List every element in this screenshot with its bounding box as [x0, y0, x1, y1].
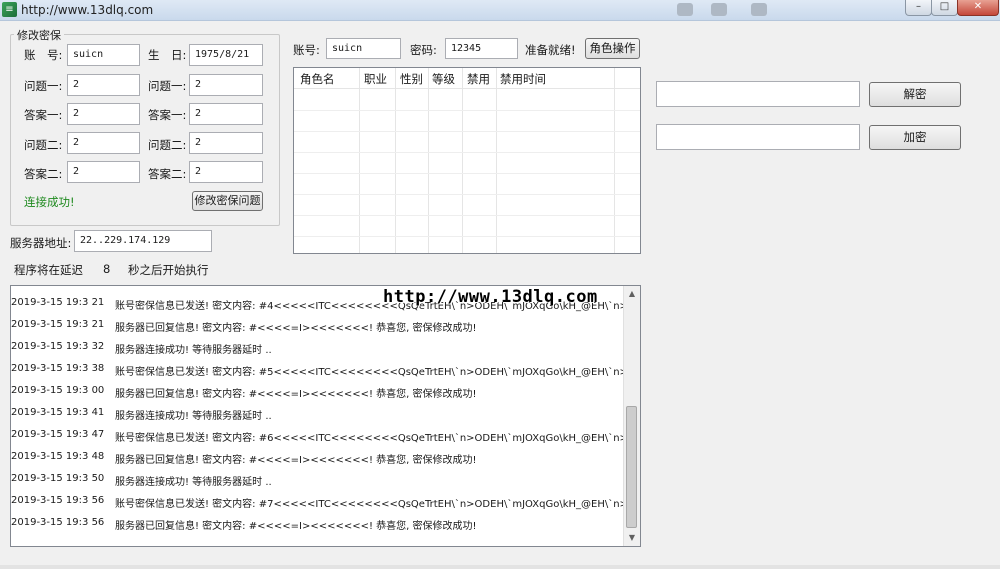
maximize-button[interactable]: □ — [931, 0, 958, 16]
log-scrollbar[interactable]: ▲ ▼ — [623, 286, 640, 546]
birthday-label: 生 日: — [148, 48, 187, 62]
question2b-field[interactable]: 2 — [189, 132, 263, 154]
account-label: 账 号: — [24, 48, 63, 62]
decrypt-input[interactable] — [656, 81, 860, 107]
window-title: http://www.13dlq.com — [21, 3, 154, 17]
role-password-field[interactable]: 12345 — [445, 38, 518, 59]
role-account-field[interactable]: suicn — [326, 38, 401, 59]
column-level[interactable]: 等级 — [432, 71, 455, 87]
answer1-field[interactable]: 2 — [67, 103, 140, 125]
server-address-field[interactable]: 22..229.174.129 — [74, 230, 212, 252]
role-operation-button[interactable]: 角色操作 — [585, 38, 640, 59]
title-bar: ≡ http://www.13dlq.com – □ ✕ — [0, 0, 1000, 21]
log-time: 2019-3-15 19:3 56 — [11, 495, 105, 506]
log-text: 服务器已回复信息! 密文内容: #<<<<=I><<<<<<<! 恭喜您, 密保… — [115, 521, 477, 532]
row-divider — [294, 194, 640, 195]
phone-icon — [677, 3, 693, 16]
answer1-label: 答案一: — [24, 108, 63, 122]
column-divider — [462, 68, 463, 253]
log-time: 2019-3-15 19:3 21 — [11, 297, 105, 308]
modify-security-button[interactable]: 修改密保问题 — [192, 191, 263, 211]
delay-prefix: 程序将在延迟 — [14, 263, 83, 277]
scroll-down-icon[interactable]: ▼ — [624, 530, 640, 546]
question1b-field[interactable]: 2 — [189, 74, 263, 96]
camera-icon — [711, 3, 727, 16]
answer1b-label: 答案一: — [148, 108, 187, 122]
delay-suffix: 秒之后开始执行 — [128, 263, 209, 277]
log-text: 服务器已回复信息! 密文内容: #<<<<=I><<<<<<<! 恭喜您, 密保… — [115, 455, 477, 466]
watermark: http://www.13dlq.com — [383, 287, 598, 307]
column-banned[interactable]: 禁用 — [467, 71, 490, 87]
role-table-header: 角色名 职业 性别 等级 禁用 禁用时间 — [294, 68, 640, 89]
row-divider — [294, 131, 640, 132]
question1-label: 问题一: — [24, 79, 63, 93]
answer2b-field[interactable]: 2 — [189, 161, 263, 183]
app-logo-icon: ≡ — [2, 2, 17, 17]
column-divider — [359, 68, 360, 253]
role-account-label: 账号: — [293, 43, 320, 57]
answer2-label: 答案二: — [24, 167, 63, 181]
log-time: 2019-3-15 19:3 32 — [11, 341, 105, 352]
connection-status: 连接成功! — [24, 195, 75, 209]
row-divider — [294, 236, 640, 237]
log-panel[interactable]: 2019-3-15 19:3 21 账号密保信息已发送! 密文内容: #4<<<<… — [10, 285, 641, 547]
decrypt-button[interactable]: 解密 — [869, 82, 961, 107]
row-divider — [294, 173, 640, 174]
log-text: 服务器已回复信息! 密文内容: #<<<<=I><<<<<<<! 恭喜您, 密保… — [115, 389, 477, 400]
scroll-thumb[interactable] — [626, 406, 637, 528]
server-address-label: 服务器地址: — [10, 236, 72, 250]
row-divider — [294, 152, 640, 153]
role-table[interactable]: 角色名 职业 性别 等级 禁用 禁用时间 — [293, 67, 641, 254]
column-divider — [428, 68, 429, 253]
scroll-up-icon[interactable]: ▲ — [624, 286, 640, 302]
column-divider — [395, 68, 396, 253]
log-text: 服务器连接成功! 等待服务器延时 .. — [115, 477, 272, 488]
ready-status: 准备就绪! — [525, 43, 576, 57]
question1-field[interactable]: 2 — [67, 74, 140, 96]
column-profession[interactable]: 职业 — [364, 71, 387, 87]
toolbar-icon — [751, 3, 767, 16]
log-time: 2019-3-15 19:3 41 — [11, 407, 105, 418]
log-text: 服务器已回复信息! 密文内容: #<<<<=I><<<<<<<! 恭喜您, 密保… — [115, 323, 477, 334]
answer1b-field[interactable]: 2 — [189, 103, 263, 125]
log-text: 账号密保信息已发送! 密文内容: #6<<<<<ITC<<<<<<<<QsQeT… — [115, 433, 641, 444]
encrypt-button[interactable]: 加密 — [869, 125, 961, 150]
password-group-title: 修改密保 — [14, 27, 64, 43]
log-time: 2019-3-15 19:3 47 — [11, 429, 105, 440]
question2-label: 问题二: — [24, 138, 63, 152]
account-field[interactable]: suicn — [67, 44, 140, 66]
column-ban-time[interactable]: 禁用时间 — [500, 71, 546, 87]
log-text: 账号密保信息已发送! 密文内容: #7<<<<<ITC<<<<<<<<QsQeT… — [115, 499, 641, 510]
log-time: 2019-3-15 19:3 48 — [11, 451, 105, 462]
log-text: 服务器连接成功! 等待服务器延时 .. — [115, 345, 272, 356]
log-time: 2019-3-15 19:3 00 — [11, 385, 105, 396]
answer2b-label: 答案二: — [148, 167, 187, 181]
minimize-button[interactable]: – — [905, 0, 932, 16]
delay-seconds: 8 — [103, 262, 111, 276]
role-password-label: 密码: — [410, 43, 437, 57]
log-time: 2019-3-15 19:3 38 — [11, 363, 105, 374]
row-divider — [294, 110, 640, 111]
question1b-label: 问题一: — [148, 79, 187, 93]
answer2-field[interactable]: 2 — [67, 161, 140, 183]
column-divider — [614, 68, 615, 253]
log-text: 服务器连接成功! 等待服务器延时 .. — [115, 411, 272, 422]
window-bottom-edge — [0, 565, 1000, 569]
column-gender[interactable]: 性别 — [400, 71, 423, 87]
question2b-label: 问题二: — [148, 138, 187, 152]
column-role-name[interactable]: 角色名 — [300, 71, 335, 87]
birthday-field[interactable]: 1975/8/21 — [189, 44, 263, 66]
log-time: 2019-3-15 19:3 21 — [11, 319, 105, 330]
log-text: 账号密保信息已发送! 密文内容: #5<<<<<ITC<<<<<<<<QsQeT… — [115, 367, 641, 378]
column-divider — [496, 68, 497, 253]
log-time: 2019-3-15 19:3 50 — [11, 473, 105, 484]
log-time: 2019-3-15 19:3 56 — [11, 517, 105, 528]
row-divider — [294, 215, 640, 216]
encrypt-input[interactable] — [656, 124, 860, 150]
close-button[interactable]: ✕ — [957, 0, 999, 16]
question2-field[interactable]: 2 — [67, 132, 140, 154]
